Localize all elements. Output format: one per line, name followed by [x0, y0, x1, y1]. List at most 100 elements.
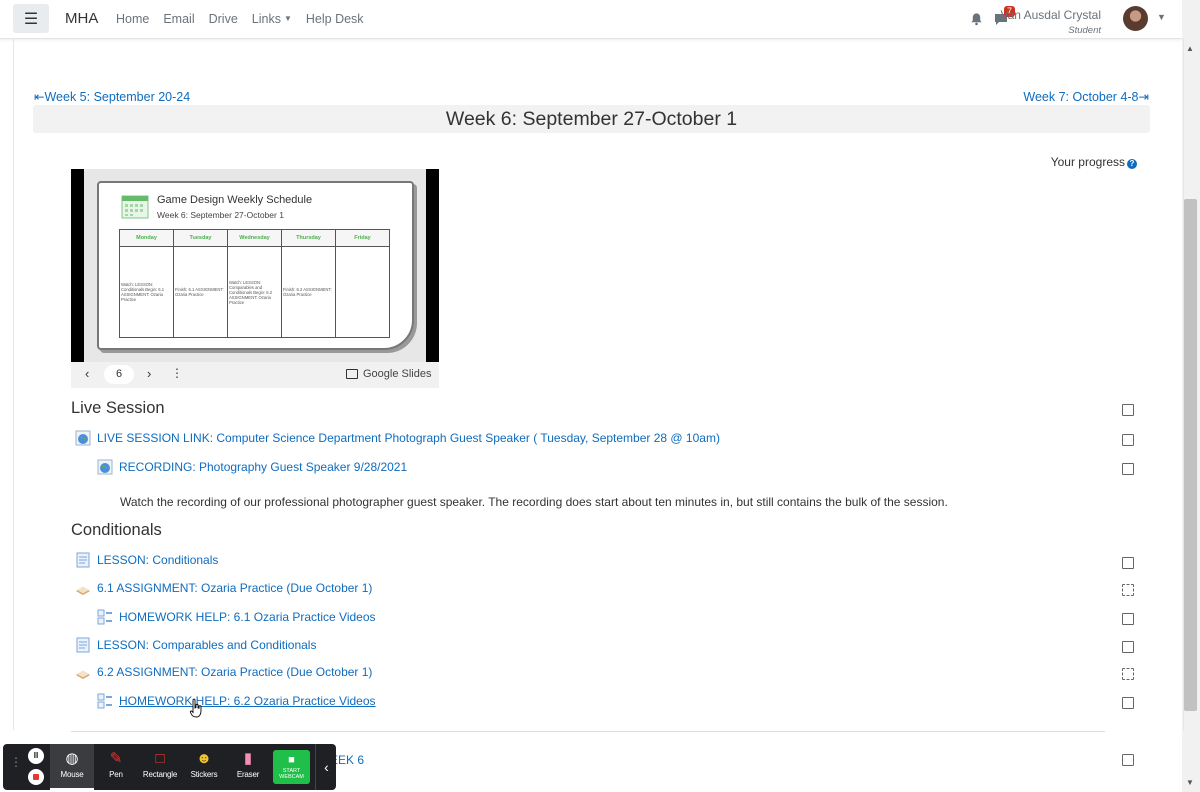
url-globe-icon — [97, 459, 113, 475]
activity-description: Watch the recording of our professional … — [120, 495, 948, 509]
tool-eraser[interactable]: ▮ Eraser — [226, 744, 270, 790]
hand-cursor-icon — [189, 698, 202, 718]
assignment-icon — [76, 670, 90, 679]
previous-week-label: Week 5: September 20-24 — [44, 90, 191, 104]
slide-page-number[interactable]: 6 — [104, 365, 134, 384]
tool-label: Rectangle — [142, 770, 178, 779]
start-webcam-button[interactable]: ■ START WEBCAM — [273, 750, 310, 784]
page-icon — [76, 637, 90, 653]
previous-week-link[interactable]: ⇤Week 5: September 20-24 — [34, 89, 190, 104]
tool-label: Mouse — [60, 770, 84, 779]
activity-assignment-6-1[interactable]: 6.1 ASSIGNMENT: Ozaria Practice (Due Oct… — [75, 580, 372, 596]
scroll-up-arrow-icon[interactable]: ▲ — [1186, 44, 1194, 53]
completion-checkbox[interactable] — [1122, 434, 1134, 446]
more-options-icon[interactable]: ⋮ — [171, 366, 183, 380]
google-slides-label: Google Slides — [363, 368, 432, 380]
user-menu-caret-icon[interactable]: ▼ — [1157, 12, 1166, 22]
completion-checkbox[interactable] — [1122, 584, 1134, 596]
book-icon — [97, 609, 112, 625]
nav-link-links[interactable]: Links ▼ — [252, 12, 292, 26]
user-avatar[interactable] — [1123, 6, 1148, 31]
page-icon — [76, 552, 90, 568]
activity-assignment-6-2[interactable]: 6.2 ASSIGNMENT: Ozaria Practice (Due Oct… — [75, 664, 372, 680]
completion-checkbox[interactable] — [1122, 404, 1134, 416]
user-name[interactable]: Van Ausdal Crystal — [1001, 8, 1102, 22]
progress-label: Your progress — [1050, 155, 1125, 169]
day-header: Wednesday — [227, 229, 282, 247]
next-slide-icon[interactable]: › — [147, 366, 151, 381]
menu-toggle-button[interactable]: ☰ — [13, 4, 49, 33]
activity-link[interactable]: 6.1 ASSIGNMENT: Ozaria Practice (Due Oct… — [97, 581, 372, 595]
activity-lesson-comparables[interactable]: LESSON: Comparables and Conditionals — [75, 637, 316, 653]
activity-link[interactable]: HOMEWORK HELP: 6.1 Ozaria Practice Video… — [119, 610, 376, 624]
nav-link-drive[interactable]: Drive — [209, 12, 238, 26]
activity-live-session-link[interactable]: LIVE SESSION LINK: Computer Science Depa… — [75, 430, 720, 446]
nav-link-email[interactable]: Email — [163, 12, 194, 26]
smiley-icon: ☻ — [196, 750, 212, 767]
scrollbar-thumb[interactable] — [1184, 199, 1197, 711]
activity-link[interactable]: LESSON: Conditionals — [97, 553, 218, 567]
nav-link-help-desk[interactable]: Help Desk — [306, 12, 364, 26]
slides-controls: ‹ 6 › ⋮ Google Slides — [71, 362, 439, 388]
tool-pen[interactable]: ✎ Pen — [94, 744, 138, 790]
completion-checkbox[interactable] — [1122, 697, 1134, 709]
mouse-cursor-icon: ◍ — [65, 750, 79, 767]
scroll-down-arrow-icon[interactable]: ▼ — [1186, 778, 1194, 787]
day-header: Tuesday — [173, 229, 228, 247]
activity-lesson-conditionals[interactable]: LESSON: Conditionals — [75, 552, 218, 568]
activity-homework-help-6-2[interactable]: HOMEWORK HELP: 6.2 Ozaria Practice Video… — [97, 693, 376, 709]
tool-rectangle[interactable]: □ Rectangle — [138, 744, 182, 790]
activity-homework-help-6-1[interactable]: HOMEWORK HELP: 6.1 Ozaria Practice Video… — [97, 609, 376, 625]
day-header: Monday — [119, 229, 174, 247]
assignment-icon — [76, 586, 90, 595]
stop-recording-button[interactable] — [28, 769, 44, 785]
drag-handle-icon[interactable]: ⋮ — [10, 756, 23, 768]
activity-link[interactable]: RECORDING: Photography Guest Speaker 9/2… — [119, 460, 407, 474]
activity-link[interactable]: HOMEWORK HELP: 6.2 Ozaria Practice Video… — [119, 694, 376, 708]
completion-checkbox[interactable] — [1122, 557, 1134, 569]
google-slides-embed[interactable]: Game Design Weekly Schedule Week 6: Sept… — [71, 169, 439, 388]
activity-link[interactable]: 6.2 ASSIGNMENT: Ozaria Practice (Due Oct… — [97, 665, 372, 679]
tool-label: Pen — [109, 770, 123, 779]
schedule-cell: Finish: 6.1 ASSIGNMENT: Ozaria Practice — [173, 246, 228, 338]
next-week-label: Week 7: October 4-8 — [1023, 90, 1139, 104]
user-role: Student — [1068, 25, 1101, 36]
slide-canvas: Game Design Weekly Schedule Week 6: Sept… — [84, 169, 426, 362]
activity-recording-link[interactable]: RECORDING: Photography Guest Speaker 9/2… — [97, 459, 407, 475]
completion-checkbox[interactable] — [1122, 668, 1134, 680]
completion-checkbox[interactable] — [1122, 754, 1134, 766]
activity-link[interactable]: LIVE SESSION LINK: Computer Science Depa… — [97, 431, 720, 445]
tool-mouse[interactable]: ◍ Mouse — [50, 744, 94, 790]
tool-stickers[interactable]: ☻ Stickers — [182, 744, 226, 790]
google-slides-link[interactable]: Google Slides — [346, 368, 432, 380]
schedule-cell — [335, 246, 390, 338]
google-slides-icon — [346, 369, 358, 379]
help-icon[interactable]: ? — [1127, 159, 1137, 169]
section-divider — [71, 731, 1105, 732]
collapse-toolbar-icon[interactable]: ‹ — [315, 744, 337, 790]
previous-slide-icon[interactable]: ‹ — [85, 366, 89, 381]
caret-down-icon: ▼ — [283, 14, 292, 23]
slide-card: Game Design Weekly Schedule Week 6: Sept… — [97, 181, 414, 350]
pause-button[interactable]: II — [28, 748, 44, 764]
stop-icon — [33, 774, 39, 780]
page-title: Week 6: September 27-October 1 — [445, 108, 738, 130]
completion-checkbox[interactable] — [1122, 641, 1134, 653]
tool-label: Stickers — [190, 770, 218, 779]
book-icon — [97, 693, 112, 709]
day-header: Friday — [335, 229, 390, 247]
webcam-icon: ■ — [288, 754, 295, 766]
schedule-cell: Finish: 6.2 ASSIGNMENT: Ozaria Practice — [281, 246, 336, 338]
site-brand[interactable]: MHA — [65, 10, 98, 27]
section-title-live-session: Live Session — [71, 399, 165, 417]
bell-icon[interactable] — [970, 12, 983, 26]
next-week-link[interactable]: Week 7: October 4-8⇥ — [1023, 89, 1149, 104]
nav-link-home[interactable]: Home — [116, 12, 149, 26]
completion-checkbox[interactable] — [1122, 463, 1134, 475]
activity-link[interactable]: LESSON: Comparables and Conditionals — [97, 638, 316, 652]
schedule-cell: Watch: LESSON: Conditionals Begin: 6.1 A… — [119, 246, 174, 338]
completion-checkbox[interactable] — [1122, 613, 1134, 625]
pen-icon: ✎ — [109, 750, 123, 767]
top-navbar: ☰ MHA Home Email Drive Links ▼ Help Desk … — [0, 0, 1182, 39]
schedule-cell: Watch: LESSON: Comparables and Condition… — [227, 246, 282, 338]
